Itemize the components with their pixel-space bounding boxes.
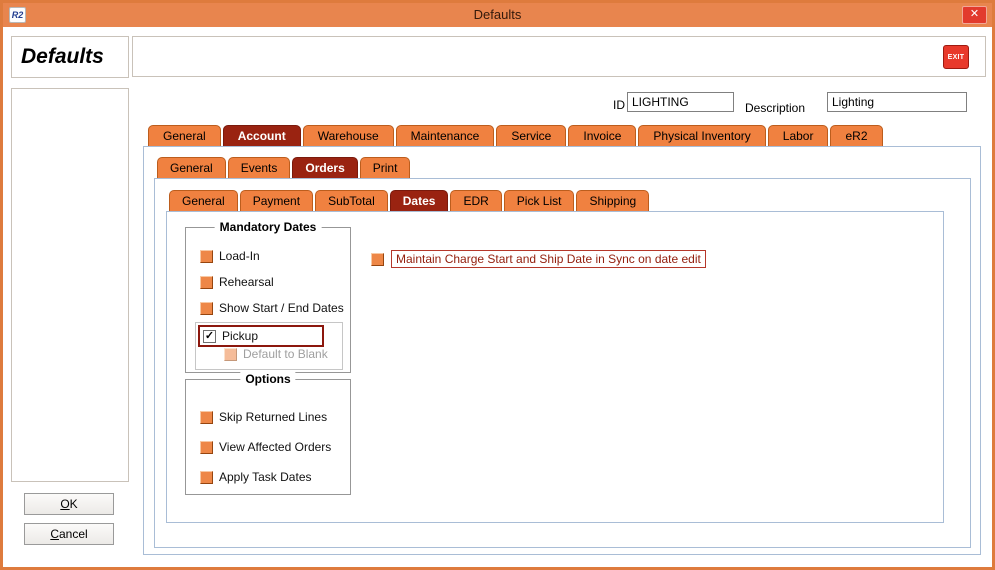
checkbox-rehearsal-label: Rehearsal [219,275,274,289]
level3-tab-pick-list[interactable]: Pick List [504,190,575,211]
level1-tab-maintenance[interactable]: Maintenance [396,125,495,146]
checkbox-show-start-end-dates[interactable] [200,302,213,315]
checkbox-view-affected-orders-label: View Affected Orders [219,440,331,454]
level1-tab-labor[interactable]: Labor [768,125,829,146]
level1-tab-service[interactable]: Service [496,125,566,146]
level2-tab-print[interactable]: Print [360,157,411,178]
checkbox-rehearsal[interactable] [200,276,213,289]
level1-tab-physical-inventory[interactable]: Physical Inventory [638,125,765,146]
description-field[interactable] [827,92,967,112]
cancel-rest: ancel [59,527,88,541]
defaults-window: R2 Defaults ✕ Defaults OK Cancel EXIT ID… [0,0,995,570]
toolbar: EXIT [132,36,986,77]
level2-tab-general[interactable]: General [157,157,226,178]
level1-tab-general[interactable]: General [148,125,221,146]
mandatory-dates-group: Mandatory Dates Load-In Rehearsal Show S… [185,227,351,373]
checkbox-row-maintain-sync[interactable]: Maintain Charge Start and Ship Date in S… [371,250,706,268]
cancel-button[interactable]: Cancel [24,523,114,545]
id-label: ID [613,98,625,112]
checkbox-row-default-to-blank: Default to Blank [224,346,328,362]
ok-rest: K [70,497,78,511]
level1-tab-warehouse[interactable]: Warehouse [303,125,394,146]
level3-tab-subtotal[interactable]: SubTotal [315,190,388,211]
pickup-focus-outline: ✓ Pickup [198,325,324,347]
level3-tab-general[interactable]: General [169,190,238,211]
level3-tab-edr[interactable]: EDR [450,190,501,211]
mandatory-dates-title: Mandatory Dates [215,220,322,234]
page-title: Defaults [11,36,129,78]
level1-tab-invoice[interactable]: Invoice [568,125,636,146]
checkbox-row-view-affected-orders[interactable]: View Affected Orders [200,439,331,455]
checkbox-skip-returned-lines[interactable] [200,411,213,424]
checkbox-row-pickup[interactable]: ✓ Pickup [203,328,258,344]
checkbox-default-to-blank-label: Default to Blank [243,347,328,361]
exit-label: EXIT [948,54,965,61]
checkbox-row-rehearsal[interactable]: Rehearsal [200,274,274,290]
checkbox-row-load-in[interactable]: Load-In [200,248,260,264]
description-label: Description [745,101,805,115]
checkbox-load-in-label: Load-In [219,249,260,263]
level2-tab-orders[interactable]: Orders [292,157,357,178]
checkbox-row-skip-returned-lines[interactable]: Skip Returned Lines [200,409,327,425]
tab-row-level1: General Account Warehouse Maintenance Se… [148,125,883,146]
tab-row-level2: General Events Orders Print [157,157,410,178]
checkbox-pickup[interactable]: ✓ [203,330,216,343]
checkbox-maintain-sync[interactable] [371,253,384,266]
checkbox-apply-task-dates[interactable] [200,471,213,484]
window-title: Defaults [3,7,992,22]
ok-button[interactable]: OK [24,493,114,515]
tab-row-level3: General Payment SubTotal Dates EDR Pick … [169,190,649,211]
cancel-underline: C [50,527,59,541]
level1-tab-er2[interactable]: eR2 [830,125,882,146]
check-mark-icon: ✓ [205,330,214,342]
checkbox-row-show-start-end[interactable]: Show Start / End Dates [200,300,344,316]
options-title: Options [240,372,295,386]
level3-tab-shipping[interactable]: Shipping [576,190,649,211]
ok-underline: O [60,497,69,511]
options-group: Options Skip Returned Lines View Affecte… [185,379,351,495]
checkbox-pickup-label: Pickup [222,329,258,343]
level2-tab-events[interactable]: Events [228,157,291,178]
checkbox-load-in[interactable] [200,250,213,263]
checkbox-apply-task-dates-label: Apply Task Dates [219,470,312,484]
close-icon[interactable]: ✕ [962,6,987,24]
titlebar[interactable]: R2 Defaults ✕ [3,3,992,27]
id-field[interactable] [627,92,734,112]
checkbox-row-apply-task-dates[interactable]: Apply Task Dates [200,469,312,485]
level1-tab-account[interactable]: Account [223,125,301,146]
level3-tab-dates[interactable]: Dates [390,190,449,211]
level3-tab-payment[interactable]: Payment [240,190,313,211]
exit-button[interactable]: EXIT [943,45,969,69]
checkbox-view-affected-orders[interactable] [200,441,213,454]
close-glyph: ✕ [970,8,979,20]
checkbox-show-start-end-label: Show Start / End Dates [219,301,344,315]
checkbox-default-to-blank [224,348,237,361]
left-list-box[interactable] [11,88,129,482]
checkbox-maintain-sync-label: Maintain Charge Start and Ship Date in S… [391,250,706,268]
checkbox-skip-returned-lines-label: Skip Returned Lines [219,410,327,424]
